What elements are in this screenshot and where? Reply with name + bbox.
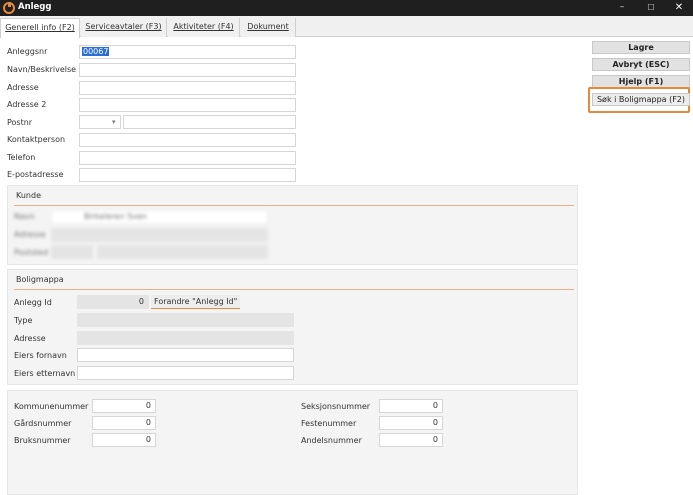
search-boligmappa-button[interactable]: Søk i Boligmappa (F2) (592, 93, 690, 106)
adresse-field[interactable] (79, 81, 296, 95)
telefon-field[interactable] (79, 151, 296, 165)
festenummer-field[interactable]: 0 (379, 416, 443, 430)
eiers-etternavn-field[interactable] (77, 366, 294, 380)
kunde-adresse-field (51, 228, 268, 242)
kunde-divider (14, 205, 574, 206)
anleggsnr-field[interactable]: 00067 (79, 45, 296, 59)
type-field (77, 313, 294, 327)
anlegg-id-label: Anlegg Id (14, 298, 52, 307)
boligmappa-title: Boligmappa (16, 275, 64, 284)
kontaktperson-label: Kontaktperson (7, 135, 66, 144)
kunde-navn-label: Navn (14, 212, 35, 221)
gardsnummer-field[interactable]: 0 (92, 416, 156, 430)
kunde-adresse-label: Adresse (14, 230, 46, 239)
cancel-button[interactable]: Avbryt (ESC) (592, 58, 690, 71)
adresse2-field[interactable] (79, 98, 296, 112)
boligmappa-adresse-label: Adresse (14, 334, 46, 343)
maximize-button[interactable]: ☐ (638, 0, 664, 16)
kunde-navn-field[interactable]: Birkeleren Sven (51, 210, 268, 224)
close-button[interactable]: ✕ (666, 0, 692, 16)
tab-generell-info[interactable]: Generell info (F2) (0, 18, 80, 38)
telefon-label: Telefon (7, 153, 36, 162)
tab-dokument[interactable]: Dokument (241, 18, 296, 37)
chevron-down-icon[interactable]: ▾ (112, 118, 116, 126)
tab-aktiviteter[interactable]: Aktiviteter (F4) (168, 18, 240, 37)
adresse-label: Adresse (7, 83, 39, 92)
kunde-title: Kunde (16, 191, 41, 200)
boligmappa-divider (14, 289, 574, 290)
kunde-poststed-label: Poststed (14, 248, 49, 257)
seksjonsnummer-label: Seksjonsnummer (301, 402, 371, 411)
andelsnummer-label: Andelsnummer (301, 436, 362, 445)
kommunenummer-field[interactable]: 0 (92, 399, 156, 413)
bruksnummer-field[interactable]: 0 (92, 433, 156, 447)
anlegg-id-field: 0 (77, 295, 149, 309)
title-bar: Anlegg – ☐ ✕ (0, 0, 693, 16)
seksjonsnummer-field[interactable]: 0 (379, 399, 443, 413)
tab-strip: Generell info (F2) Serviceavtaler (F3) A… (0, 16, 693, 38)
kunde-poststed-field (97, 245, 268, 259)
window-title: Anlegg (18, 2, 52, 12)
kunde-navn-value: Birkeleren Sven (84, 212, 147, 221)
festenummer-label: Festenummer (301, 419, 357, 428)
save-button[interactable]: Lagre (592, 41, 690, 54)
postnr-label: Postnr (7, 118, 33, 127)
navn-field[interactable] (79, 63, 296, 77)
bruksnummer-label: Bruksnummer (14, 436, 71, 445)
type-label: Type (14, 316, 33, 325)
kunde-postnr-field (51, 245, 93, 259)
eiers-etternavn-label: Eiers etternavn (14, 369, 76, 378)
minimize-button[interactable]: – (609, 0, 635, 16)
epost-field[interactable] (79, 168, 296, 182)
navn-label: Navn/Beskrivelse (7, 65, 77, 74)
tab-serviceavtaler[interactable]: Serviceavtaler (F3) (81, 18, 167, 37)
kommunenummer-label: Kommunenummer (14, 402, 89, 411)
andelsnummer-field[interactable]: 0 (379, 433, 443, 447)
boligmappa-adresse-field (77, 331, 294, 345)
anleggsnr-value: 00067 (82, 47, 110, 56)
poststed-field[interactable] (123, 115, 296, 129)
anleggsnr-label: Anleggsnr (7, 47, 48, 56)
kontaktperson-field[interactable] (79, 133, 296, 147)
epost-label: E-postadresse (7, 170, 64, 179)
change-anlegg-id-button[interactable]: Forandre "Anlegg Id" (151, 295, 241, 309)
eiers-fornavn-label: Eiers fornavn (14, 351, 67, 360)
adresse2-label: Adresse 2 (7, 100, 47, 109)
app-logo-icon (3, 2, 15, 14)
eiers-fornavn-field[interactable] (77, 348, 294, 362)
gardsnummer-label: Gårdsnummer (14, 419, 72, 428)
